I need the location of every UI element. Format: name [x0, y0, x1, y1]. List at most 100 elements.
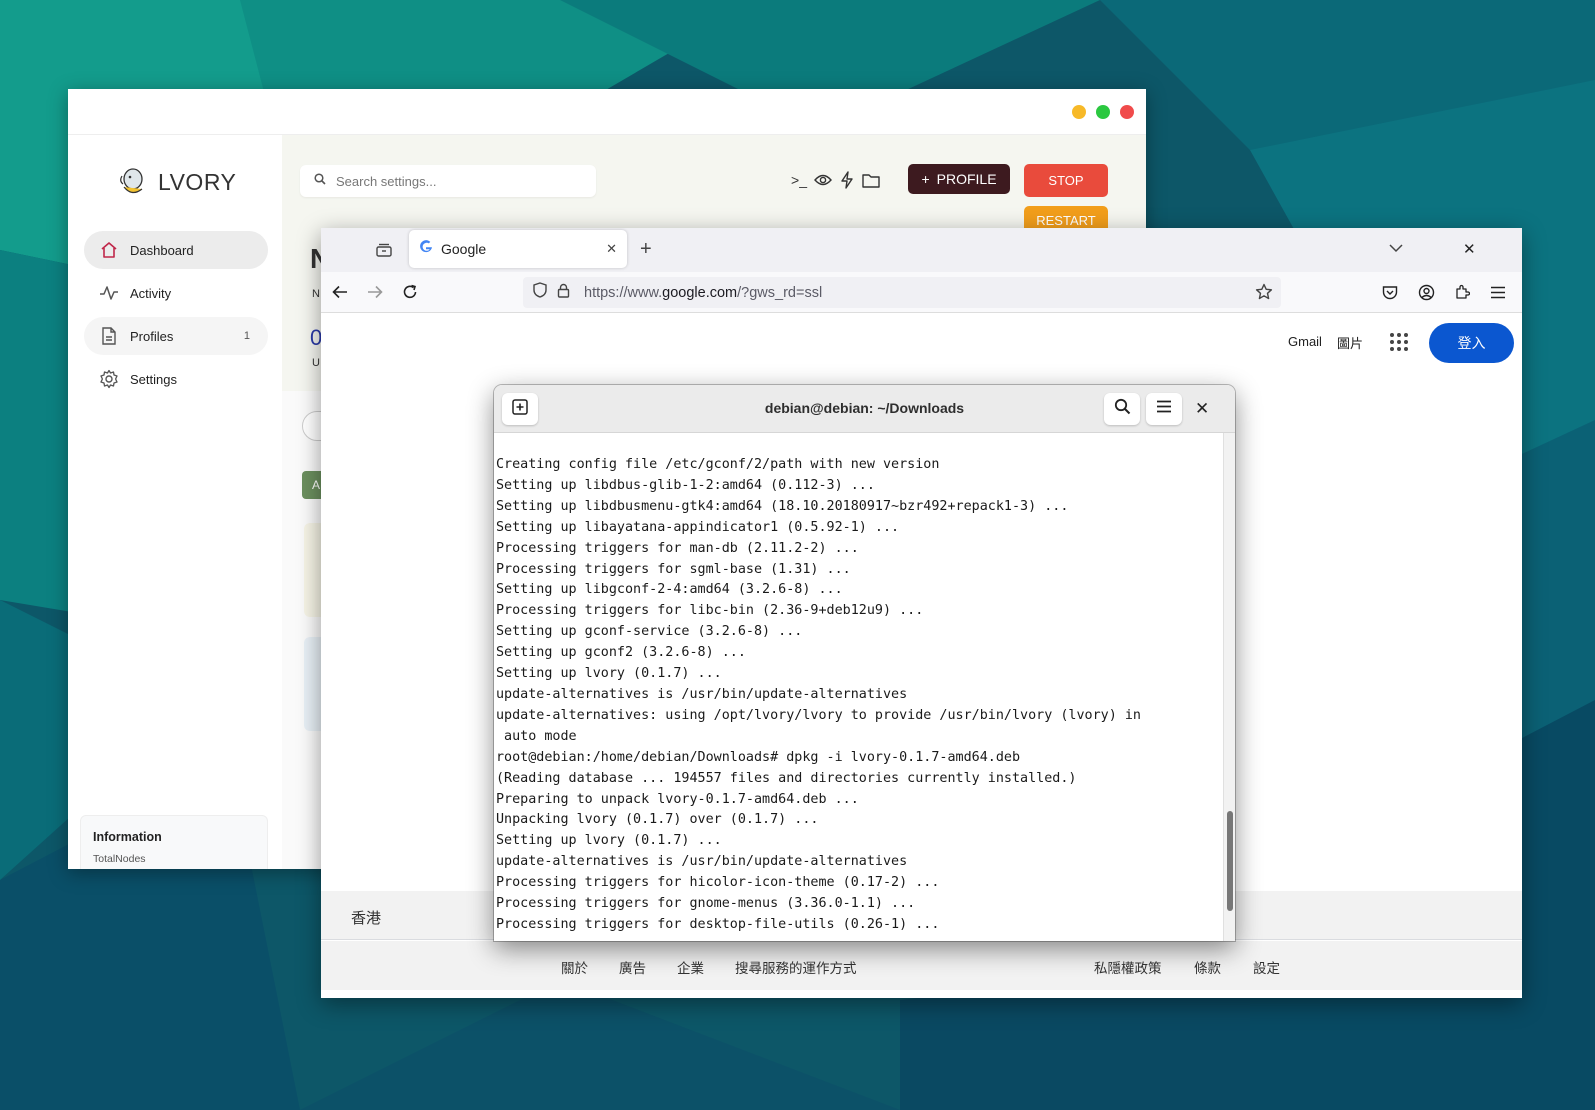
menu-button[interactable] — [1146, 393, 1182, 425]
extensions-icon[interactable] — [1451, 281, 1473, 303]
terminal-line: Setting up lvory (0.1.7) ... — [496, 666, 722, 682]
home-icon — [98, 239, 120, 261]
footer-link-how-search-works[interactable]: 搜尋服務的運作方式 — [735, 957, 857, 977]
hamburger-menu-icon[interactable] — [1487, 281, 1509, 303]
region-label: 香港 — [351, 910, 382, 927]
footer-link-privacy[interactable]: 私隱權政策 — [1094, 957, 1162, 977]
settings-search[interactable] — [300, 165, 596, 197]
bolt-icon[interactable] — [838, 170, 856, 190]
partial-stat-label: U — [312, 357, 320, 369]
terminal-line: update-alternatives is /usr/bin/update-a… — [496, 854, 908, 870]
terminal-line: Setting up libdbus-glib-1-2:amd64 (0.112… — [496, 477, 875, 493]
sidebar-item-label: Profiles — [130, 328, 174, 344]
minimize-button[interactable] — [1072, 105, 1086, 119]
hamburger-menu-icon — [1156, 400, 1172, 418]
terminal-line: root@debian:/home/debian/Downloads# dpkg… — [496, 749, 1021, 765]
url-prefix: https://www. — [584, 284, 663, 301]
profile-button-label: PROFILE — [936, 171, 997, 187]
scrollbar-thumb[interactable] — [1227, 811, 1233, 911]
tab-bar: Google ✕ + ✕ — [321, 228, 1522, 272]
partial-tag-label: A — [312, 478, 321, 492]
lvory-titlebar — [68, 89, 1146, 135]
tab-google[interactable]: Google ✕ — [409, 230, 627, 268]
terminal-line: Setting up libayatana-appindicator1 (0.5… — [496, 519, 900, 535]
forward-icon[interactable] — [364, 281, 386, 303]
images-link[interactable]: 圖片 — [1337, 333, 1363, 352]
terminal-line: Setting up lvory (0.1.7) ... — [496, 833, 722, 849]
terminal-line: Processing triggers for man-db (2.11.2-2… — [496, 540, 859, 556]
bookmark-star-icon[interactable] — [1255, 283, 1273, 306]
terminal-line: auto mode — [496, 728, 577, 744]
url-suffix: /?gws_rd=ssl — [737, 284, 823, 301]
gmail-link[interactable]: Gmail — [1288, 334, 1322, 349]
search-button[interactable] — [1104, 393, 1140, 425]
footer-link-settings[interactable]: 設定 — [1253, 957, 1280, 977]
nav-bar: https://www.google.com/?gws_rd=ssl — [321, 272, 1522, 313]
folder-icon[interactable] — [862, 170, 880, 190]
partial-subtitle: N — [312, 288, 320, 300]
close-button[interactable] — [1120, 105, 1134, 119]
terminal-line: Processing triggers for libc-bin (2.36-9… — [496, 603, 924, 619]
back-icon[interactable] — [329, 281, 351, 303]
url-text[interactable]: https://www.google.com/?gws_rd=ssl — [584, 285, 822, 301]
new-tab-button[interactable]: + — [640, 238, 652, 261]
maximize-button[interactable] — [1096, 105, 1110, 119]
url-bar[interactable]: https://www.google.com/?gws_rd=ssl — [523, 277, 1281, 308]
plus-icon: + — [921, 171, 930, 187]
terminal-line: Setting up libdbusmenu-gtk4:amd64 (18.10… — [496, 498, 1069, 514]
profiles-count-badge: 1 — [243, 330, 250, 342]
toolbar-icons: >_ — [790, 170, 880, 190]
pocket-icon[interactable] — [1379, 281, 1401, 303]
terminal-icon[interactable]: >_ — [790, 170, 808, 190]
footer-link-about[interactable]: 關於 — [561, 957, 588, 977]
account-icon[interactable] — [1415, 281, 1437, 303]
information-card: Information TotalNodes 0 个 — [80, 815, 268, 869]
footer-link-terms[interactable]: 條款 — [1194, 957, 1221, 977]
terminal-line: Processing triggers for hicolor-icon-the… — [496, 875, 940, 891]
window-close-button[interactable]: ✕ — [1463, 240, 1476, 258]
terminal-scrollbar[interactable] — [1223, 433, 1235, 941]
partial-tag: A — [302, 471, 322, 499]
close-icon[interactable]: ✕ — [1195, 399, 1209, 419]
terminal-output[interactable]: Creating config file /etc/gconf/2/path w… — [494, 433, 1223, 941]
reload-icon[interactable] — [399, 281, 421, 303]
chevron-down-icon[interactable] — [1388, 240, 1404, 258]
lvory-brand: LVORY — [118, 167, 236, 197]
url-domain: google.com — [662, 284, 738, 301]
terminal-line: Creating config file /etc/gconf/2/path w… — [496, 457, 940, 472]
lvory-logo-icon — [120, 168, 143, 194]
gear-icon — [98, 368, 120, 390]
terminal-line: Processing triggers for sgml-base (1.31)… — [496, 561, 851, 577]
terminal-line: Unpacking lvory (0.1.7) over (0.1.7) ... — [496, 812, 819, 828]
tab-list-icon[interactable] — [373, 239, 395, 261]
eye-icon[interactable] — [814, 170, 832, 190]
sidebar-item-label: Settings — [130, 371, 177, 387]
sidebar-item-settings[interactable]: Settings — [84, 360, 268, 398]
terminal-line: Preparing to unpack lvory-0.1.7-amd64.de… — [496, 791, 859, 807]
footer-links-bar: 關於 廣告 企業 搜尋服務的運作方式 私隱權政策 條款 設定 — [321, 941, 1522, 990]
add-profile-button[interactable]: + PROFILE — [908, 164, 1010, 194]
document-icon — [98, 325, 120, 347]
terminal-line: Setting up libgconf-2-4:amd64 (3.2.6-8) … — [496, 582, 843, 598]
sign-in-button[interactable]: 登入 — [1429, 323, 1514, 363]
brand-name: LVORY — [158, 168, 237, 195]
terminal-line: (Reading database ... 194557 files and d… — [496, 770, 1077, 786]
activity-icon — [98, 282, 120, 304]
lvory-sidebar: LVORY Dashboard Activity Profiles 1 Sett… — [68, 135, 282, 869]
sidebar-item-activity[interactable]: Activity — [84, 274, 268, 312]
footer-link-business[interactable]: 企業 — [677, 957, 704, 977]
sidebar-item-label: Dashboard — [130, 242, 194, 258]
search-icon — [1114, 398, 1131, 420]
lock-icon[interactable] — [557, 283, 570, 303]
sidebar-item-dashboard[interactable]: Dashboard — [84, 231, 268, 269]
footer-link-advertising[interactable]: 廣告 — [619, 957, 646, 977]
shield-icon[interactable] — [533, 282, 547, 303]
google-favicon-icon — [419, 239, 433, 259]
sidebar-item-label: Activity — [130, 285, 172, 301]
sidebar-item-profiles[interactable]: Profiles 1 — [84, 317, 268, 355]
tab-close-icon[interactable]: ✕ — [606, 241, 617, 257]
stop-button[interactable]: STOP — [1024, 164, 1108, 197]
apps-grid-icon[interactable] — [1389, 332, 1409, 352]
search-input[interactable] — [336, 173, 566, 189]
terminal-window: debian@debian: ~/Downloads ✕ Creating co… — [494, 385, 1235, 941]
